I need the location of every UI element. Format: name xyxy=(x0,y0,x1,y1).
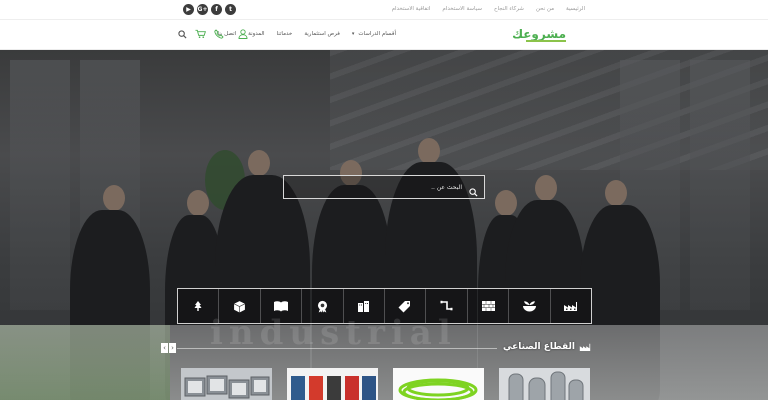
category-bricks[interactable] xyxy=(466,289,508,323)
google-plus-icon[interactable]: G+ xyxy=(197,4,208,15)
toplink-terms[interactable]: اتفاقية الاستخدام xyxy=(392,6,431,12)
user-icon[interactable] xyxy=(238,29,248,39)
buildings-icon xyxy=(358,301,370,312)
prev-arrow-icon[interactable]: ‹ xyxy=(161,343,168,353)
industrial-section: industrial ‹ › القطاع الصناعي xyxy=(0,313,768,400)
section-heading: القطاع الصناعي xyxy=(503,342,591,352)
section-divider xyxy=(177,348,497,349)
twitter-icon[interactable]: t xyxy=(225,4,236,15)
tree-icon xyxy=(194,301,202,311)
person-head xyxy=(535,175,557,201)
book-icon xyxy=(274,301,289,312)
product-card[interactable] xyxy=(287,368,378,400)
logo-underline xyxy=(526,40,566,42)
carousel-arrows: ‹ › xyxy=(161,343,176,353)
menu-item-studies[interactable]: أقسام الدراسات xyxy=(358,31,396,37)
section-title: القطاع الصناعي xyxy=(502,342,575,352)
hero-window xyxy=(690,60,750,310)
menu-item-services[interactable]: خدماتنا xyxy=(277,31,293,37)
toplink-home[interactable]: الرئيسية xyxy=(566,6,585,12)
factory-icon xyxy=(579,343,591,351)
person-head xyxy=(605,180,627,206)
phone-icon[interactable] xyxy=(214,29,224,39)
section-watermark: industrial xyxy=(210,313,457,353)
product-card[interactable] xyxy=(393,368,484,400)
tag-icon xyxy=(398,300,411,312)
toplink-about[interactable]: من نحن xyxy=(536,6,554,12)
product-card[interactable] xyxy=(181,368,272,400)
chevron-down-icon: ▾ xyxy=(351,31,355,37)
product-carousel xyxy=(181,368,590,400)
site-logo[interactable]: مشروعك xyxy=(512,27,566,41)
search-icon[interactable] xyxy=(469,182,478,201)
menu-item-blog[interactable]: المدونة xyxy=(248,31,264,37)
next-arrow-icon[interactable]: › xyxy=(169,343,176,353)
cart-icon[interactable] xyxy=(195,29,206,39)
green-rope-image xyxy=(393,368,484,400)
search-input[interactable] xyxy=(302,182,462,193)
pipes-image xyxy=(499,368,590,400)
panels-image xyxy=(287,368,378,400)
person-head xyxy=(495,190,517,216)
toplink-policy[interactable]: سياسة الاستخدام xyxy=(442,6,482,12)
hero-window xyxy=(10,60,70,310)
toplink-partners[interactable]: شركاء النجاح xyxy=(494,6,524,12)
person-head xyxy=(187,190,209,216)
steel-pipes-image xyxy=(181,368,272,400)
badge-icon xyxy=(317,300,327,312)
factory-icon xyxy=(564,302,578,311)
top-utility-bar: ▶ G+ f t الرئيسية من نحن شركاء النجاح سي… xyxy=(0,0,768,20)
bricks-icon xyxy=(481,301,495,311)
plant-bowl-icon xyxy=(522,301,536,312)
search-icon[interactable] xyxy=(178,29,187,39)
person-head xyxy=(418,138,440,164)
top-links: الرئيسية من نحن شركاء النجاح سياسة الاست… xyxy=(392,6,585,12)
nav-icons xyxy=(178,29,248,39)
social-links: ▶ G+ f t xyxy=(183,4,236,15)
facebook-icon[interactable]: f xyxy=(211,4,222,15)
category-industry[interactable] xyxy=(549,289,591,323)
product-card[interactable] xyxy=(499,368,590,400)
box-icon xyxy=(234,300,246,312)
pipe-icon xyxy=(440,300,453,310)
person-head xyxy=(248,150,270,176)
youtube-icon[interactable]: ▶ xyxy=(183,4,194,15)
category-agriculture[interactable] xyxy=(508,289,549,323)
section-background-image xyxy=(0,325,170,400)
menu-item-opportunities[interactable]: فرص استثمارية xyxy=(304,31,340,37)
person-head xyxy=(103,185,125,211)
main-navigation: مشروعك أقسام الدراسات ▾ فرص استثمارية خد… xyxy=(0,20,768,50)
hero-search xyxy=(283,175,485,199)
